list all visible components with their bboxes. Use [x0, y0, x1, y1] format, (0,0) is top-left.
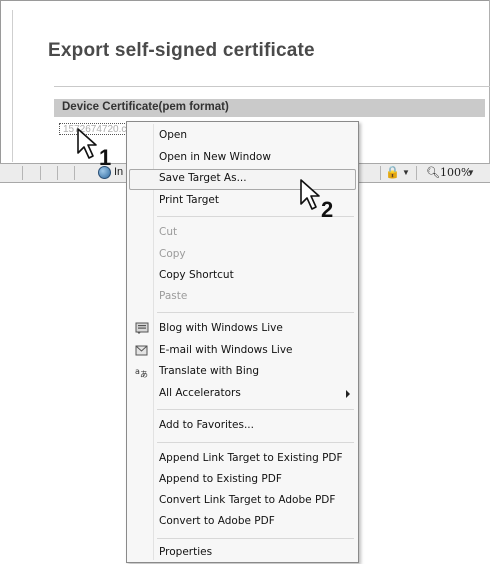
- menu-item-translate-bing[interactable]: a あ Translate with Bing: [129, 362, 356, 383]
- title-divider: [54, 86, 490, 87]
- menu-item-blog-windows-live[interactable]: Blog with Windows Live: [129, 319, 356, 340]
- menu-item-label: E-mail with Windows Live: [159, 344, 293, 356]
- menu-item-label: Translate with Bing: [159, 365, 260, 377]
- menu-item-label: Cut: [159, 226, 178, 238]
- cert-section-label: Device Certificate(pem format): [62, 101, 229, 113]
- svg-text:あ: あ: [140, 370, 148, 378]
- menu-item-label: Blog with Windows Live: [159, 322, 283, 334]
- chevron-down-icon[interactable]: ▼: [402, 168, 410, 177]
- translate-icon: a あ: [135, 367, 148, 378]
- menu-item-label: Append to Existing PDF: [159, 473, 282, 485]
- menu-item-email-windows-live[interactable]: E-mail with Windows Live: [129, 341, 356, 362]
- menu-item-properties[interactable]: Properties: [129, 543, 356, 564]
- menu-separator: [157, 409, 354, 410]
- status-divider: [380, 166, 381, 180]
- menu-item-label: Properties: [159, 546, 213, 558]
- menu-item-label: Copy Shortcut: [159, 269, 234, 281]
- submenu-arrow-icon: [346, 390, 350, 398]
- protected-mode-icon[interactable]: 🔒: [385, 165, 400, 179]
- menu-item-add-to-favorites[interactable]: Add to Favorites...: [129, 416, 356, 437]
- menu-item-label: Append Link Target to Existing PDF: [159, 452, 343, 464]
- menu-item-convert-link-target-pdf[interactable]: Convert Link Target to Adobe PDF: [129, 491, 356, 512]
- menu-item-label: Copy: [159, 248, 186, 260]
- security-zone-label: In: [114, 166, 124, 178]
- window-frame-top: [0, 0, 490, 1]
- menu-item-convert-to-pdf[interactable]: Convert to Adobe PDF: [129, 512, 356, 533]
- chevron-down-icon[interactable]: ▼: [467, 168, 475, 177]
- menu-separator: [157, 538, 354, 539]
- status-divider: [40, 166, 41, 180]
- menu-item-label: Paste: [159, 290, 188, 302]
- menu-item-all-accelerators[interactable]: All Accelerators: [129, 384, 356, 405]
- menu-item-label: Add to Favorites...: [159, 419, 254, 431]
- menu-item-append-existing-pdf[interactable]: Append to Existing PDF: [129, 470, 356, 491]
- menu-item-open[interactable]: Open: [129, 126, 356, 147]
- menu-item-copy: Copy: [129, 245, 356, 266]
- blog-icon: [135, 322, 149, 334]
- menu-separator: [157, 442, 354, 443]
- zoom-level[interactable]: 🔍︎100%: [426, 166, 471, 179]
- status-divider: [22, 166, 23, 180]
- menu-item-label: All Accelerators: [159, 387, 241, 399]
- status-divider: [74, 166, 75, 180]
- menu-item-label: Print Target: [159, 194, 219, 206]
- menu-item-label: Open in New Window: [159, 151, 271, 163]
- step-1-label: 1: [99, 145, 112, 170]
- page-title: Export self-signed certificate: [48, 40, 315, 61]
- menu-item-label: Open: [159, 129, 188, 141]
- menu-item-append-link-target-pdf[interactable]: Append Link Target to Existing PDF: [129, 449, 356, 470]
- context-menu: Open Open in New Window Save Target As..…: [126, 121, 359, 563]
- menu-item-label: Convert Link Target to Adobe PDF: [159, 494, 336, 506]
- menu-item-paste: Paste: [129, 287, 356, 308]
- cert-section-header: Device Certificate(pem format): [54, 99, 485, 117]
- menu-item-cut: Cut: [129, 223, 356, 244]
- menu-separator: [157, 312, 354, 313]
- menu-item-label: Convert to Adobe PDF: [159, 515, 275, 527]
- step-2-label: 2: [321, 197, 334, 222]
- menu-item-label: Save Target As...: [159, 172, 247, 184]
- status-divider: [416, 166, 417, 180]
- status-divider: [57, 166, 58, 180]
- menu-item-open-new-window[interactable]: Open in New Window: [129, 148, 356, 169]
- mouse-cursor-icon: [77, 128, 97, 159]
- window-frame-left: [0, 0, 1, 183]
- menu-item-copy-shortcut[interactable]: Copy Shortcut: [129, 266, 356, 287]
- email-icon: [135, 345, 148, 356]
- mouse-cursor-icon: [300, 179, 320, 210]
